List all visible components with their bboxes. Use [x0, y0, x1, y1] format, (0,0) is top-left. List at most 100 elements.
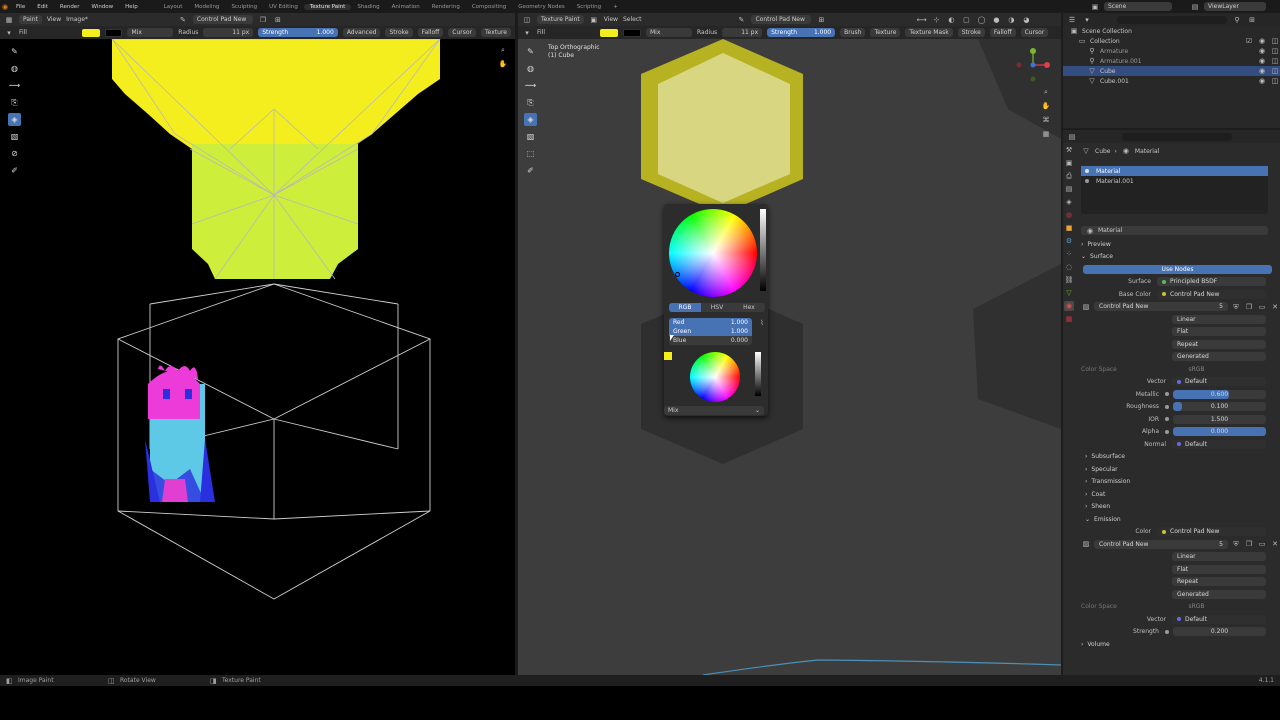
- subpanel-transmission[interactable]: › Transmission: [1077, 476, 1280, 489]
- particles-tab-icon[interactable]: ⁘: [1064, 249, 1074, 259]
- grid-toggle-icon[interactable]: ▦: [1041, 129, 1051, 139]
- popup-blend-dropdown[interactable]: Mix ⌄: [664, 406, 764, 415]
- uv-canvas[interactable]: [0, 39, 515, 675]
- material-slot[interactable]: Material.001: [1081, 176, 1268, 186]
- workspace-tab-shading[interactable]: Shading: [351, 4, 385, 10]
- e-projection-dropdown[interactable]: Flat: [1172, 564, 1266, 574]
- workspace-tab-layout[interactable]: Layout: [158, 4, 189, 10]
- pan-hand-icon[interactable]: ✋: [498, 59, 508, 69]
- eye-icon[interactable]: ◉: [1257, 56, 1267, 66]
- soften-tool[interactable]: ◍: [524, 62, 537, 75]
- smear-tool[interactable]: ⟿: [524, 79, 537, 92]
- new-image-icon[interactable]: ❐: [1244, 539, 1254, 549]
- select-menu[interactable]: Select: [623, 16, 642, 23]
- eyedropper-icon[interactable]: ⌇: [757, 318, 767, 328]
- fake-user-icon[interactable]: ⛨: [1231, 302, 1241, 312]
- red-field[interactable]: Red 1.000: [669, 318, 752, 327]
- scene-tab-icon[interactable]: ◈: [1064, 197, 1074, 207]
- outliner-row-armature-001[interactable]: ⚲ Armature.001 ◉ ◫: [1063, 56, 1280, 66]
- properties-search-input[interactable]: [1122, 132, 1232, 141]
- editor-type-icon[interactable]: ▤: [1067, 132, 1077, 142]
- cursor-menu[interactable]: Cursor: [448, 28, 477, 37]
- strength-field[interactable]: Strength 1.000: [767, 28, 836, 37]
- mask-toggle-icon[interactable]: ▣: [589, 15, 599, 25]
- blender-logo-icon[interactable]: ◉: [0, 2, 10, 12]
- secondary-color-swatch[interactable]: [104, 28, 123, 37]
- annotate-tool[interactable]: ✐: [8, 164, 21, 177]
- subpanel-coat[interactable]: › Coat: [1077, 488, 1280, 501]
- color-wheel-cursor[interactable]: [675, 272, 680, 277]
- tab-hex[interactable]: Hex: [733, 303, 765, 312]
- ior-field[interactable]: 1.500: [1173, 414, 1266, 424]
- render-tab-icon[interactable]: ▣: [1064, 158, 1074, 168]
- falloff-menu[interactable]: Falloff: [417, 28, 444, 37]
- workspace-tab-sculpting[interactable]: Sculpting: [225, 4, 263, 10]
- interpolation-dropdown[interactable]: Linear: [1172, 314, 1266, 324]
- source-dropdown[interactable]: Generated: [1172, 352, 1266, 362]
- display-mode-icon[interactable]: ▾: [1082, 15, 1092, 25]
- fill-tool[interactable]: ◈: [8, 113, 21, 126]
- panel-surface[interactable]: ⌄ Surface: [1077, 251, 1280, 264]
- outliner-row-scene-collection[interactable]: ▣ Scene Collection: [1063, 26, 1280, 36]
- physics-tab-icon[interactable]: ◌: [1064, 262, 1074, 272]
- workspace-tab-scripting[interactable]: Scripting: [571, 4, 607, 10]
- xray-icon[interactable]: ▢: [961, 15, 971, 25]
- world-tab-icon[interactable]: ◍: [1064, 210, 1074, 220]
- outliner-search-input[interactable]: [1117, 15, 1227, 24]
- brush-value-slider[interactable]: [755, 352, 761, 396]
- mode-selector[interactable]: Texture Paint: [537, 15, 584, 24]
- smear-tool[interactable]: ⟿: [8, 79, 21, 92]
- camera-icon[interactable]: ◫: [1270, 56, 1280, 66]
- brush-color-swatch[interactable]: [664, 352, 672, 360]
- base-color-field[interactable]: Control Pad New: [1157, 289, 1266, 299]
- select-box-tool[interactable]: ⬚: [524, 147, 537, 160]
- mode-selector[interactable]: Paint: [19, 15, 42, 24]
- unlink-icon[interactable]: ✕: [1270, 539, 1280, 549]
- emission-image-datablock[interactable]: Control Pad New 5: [1094, 539, 1228, 549]
- camera-icon[interactable]: ◫: [1270, 36, 1280, 46]
- green-field[interactable]: Green 1.000: [669, 327, 752, 336]
- add-workspace-button[interactable]: +: [607, 4, 624, 10]
- gizmo-icon[interactable]: ⊹: [931, 15, 941, 25]
- camera-icon[interactable]: ⌘: [1041, 115, 1051, 125]
- camera-icon[interactable]: ◫: [1270, 66, 1280, 76]
- vector-field[interactable]: Default: [1172, 377, 1266, 387]
- annotate-tool[interactable]: ✐: [524, 164, 537, 177]
- draw-tool[interactable]: ✎: [524, 45, 537, 58]
- panel-preview[interactable]: › Preview: [1077, 238, 1280, 251]
- emission-strength-field[interactable]: 0.200: [1173, 627, 1266, 637]
- zoom-icon[interactable]: ⌕: [1041, 87, 1051, 97]
- brush-new-icon[interactable]: ⊞: [273, 15, 283, 25]
- blue-field[interactable]: Blue 0.000: [669, 336, 752, 345]
- brush-menu[interactable]: Brush: [840, 28, 866, 37]
- material-tab-icon[interactable]: ◉: [1064, 301, 1074, 311]
- open-image-icon[interactable]: ▭: [1257, 302, 1267, 312]
- camera-icon[interactable]: ◫: [1270, 46, 1280, 56]
- eye-icon[interactable]: ◉: [1257, 36, 1267, 46]
- primary-color-swatch[interactable]: [81, 28, 100, 37]
- texture-menu[interactable]: Texture: [481, 28, 511, 37]
- emission-color-field[interactable]: Control Pad New: [1157, 527, 1266, 537]
- checkbox-icon[interactable]: ☑: [1244, 36, 1254, 46]
- workspace-tab-compositing[interactable]: Compositing: [466, 4, 512, 10]
- cursor-menu[interactable]: Cursor: [1020, 28, 1049, 37]
- eye-icon[interactable]: ◉: [1257, 76, 1267, 86]
- eye-icon[interactable]: ◉: [1257, 66, 1267, 76]
- color-wheel[interactable]: [669, 209, 757, 297]
- radius-field[interactable]: 11 px: [722, 28, 763, 37]
- alpha-slider[interactable]: 0.000: [1173, 427, 1266, 437]
- menu-render[interactable]: Render: [54, 4, 86, 10]
- view-layer-tab-icon[interactable]: ▤: [1064, 184, 1074, 194]
- soften-tool[interactable]: ◍: [8, 62, 21, 75]
- output-tab-icon[interactable]: ⎙: [1064, 171, 1074, 181]
- menu-edit[interactable]: Edit: [31, 4, 54, 10]
- navigation-gizmo[interactable]: [1013, 45, 1053, 85]
- projection-dropdown[interactable]: Flat: [1172, 327, 1266, 337]
- radius-field[interactable]: 11 px: [203, 28, 254, 37]
- camera-icon[interactable]: ◫: [1270, 76, 1280, 86]
- texture-tab-icon[interactable]: ▦: [1064, 314, 1074, 324]
- overlay-icon[interactable]: ◐: [946, 15, 956, 25]
- brush-selector[interactable]: Control Pad New: [192, 15, 253, 24]
- solid-shading-icon[interactable]: ●: [991, 15, 1001, 25]
- editor-type-icon[interactable]: ◫: [522, 15, 532, 25]
